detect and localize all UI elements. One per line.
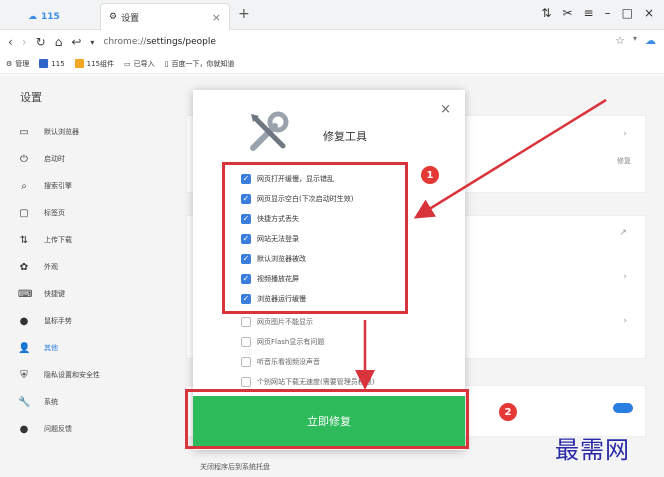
arrow-to-options bbox=[413, 98, 607, 219]
annotation-arrows bbox=[355, 98, 607, 390]
